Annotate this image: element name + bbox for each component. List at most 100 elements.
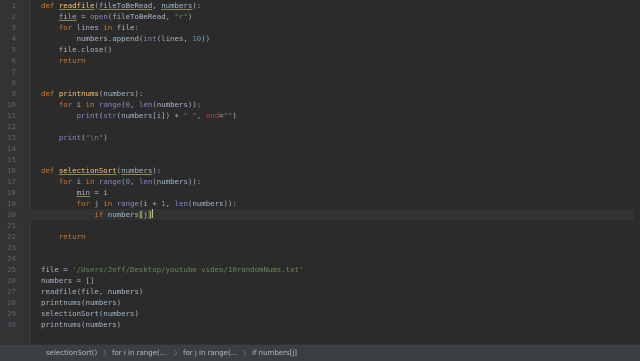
code-line[interactable]: 25 file = '/Users/Jeff/Desktop/youtube vi… (0, 264, 640, 275)
code-token: , (130, 100, 139, 109)
code-line[interactable]: 26 numbers = [] (0, 275, 640, 286)
code-text[interactable]: def readfile(fileToBeRead, numbers): (41, 0, 201, 11)
line-number: 2 (11, 12, 16, 21)
code-line[interactable]: 19 for j in range(i + 1, len(numbers)): (0, 198, 640, 209)
code-text[interactable]: def selectionSort(numbers): (41, 165, 161, 176)
code-line[interactable]: 10 for i in range(0, len(numbers)): (0, 99, 640, 110)
code-token: if (94, 210, 108, 219)
code-token: = i (89, 188, 108, 197)
code-text[interactable]: print("\n") (41, 132, 108, 143)
code-line[interactable]: 23 (0, 242, 640, 253)
code-line[interactable]: 4 numbers.append(int(lines, 10)) (0, 33, 640, 44)
line-number: 24 (7, 254, 16, 263)
code-token: (i + (138, 199, 162, 208)
code-text[interactable]: return (41, 55, 86, 66)
code-token: numbers = [] (41, 276, 95, 285)
code-token: file = (41, 265, 73, 274)
code-line[interactable]: 12 (0, 121, 640, 132)
code-token: print (76, 111, 99, 120)
code-text[interactable]: printnums(numbers) (41, 297, 121, 308)
code-token: , (130, 177, 139, 186)
code-line[interactable]: 11 print(str(numbers[i]) + " ", end="") (0, 110, 640, 121)
text-cursor (152, 209, 154, 218)
line-number: 15 (7, 155, 16, 164)
code-token: range (116, 199, 139, 208)
code-line[interactable]: 16 def selectionSort(numbers): (0, 165, 640, 176)
code-line[interactable]: 20 if numbers[j] (0, 209, 640, 220)
code-token: (lines, (156, 34, 193, 43)
code-token: printnums(numbers) (41, 298, 122, 307)
code-token: in (85, 100, 99, 109)
code-line[interactable]: 18 min = i (0, 187, 640, 198)
breadcrumb-item[interactable]: selectionSort() (46, 345, 97, 361)
code-text[interactable]: print(str(numbers[i]) + " ", end="") (41, 110, 237, 121)
code-token: return (58, 232, 86, 241)
code-line[interactable]: 1 def readfile(fileToBeRead, numbers): (0, 0, 640, 11)
code-token: range (98, 100, 122, 109)
code-text[interactable]: def printnums(numbers): (41, 88, 143, 99)
code-line[interactable]: 24 (0, 253, 640, 264)
breadcrumb-item[interactable]: for j in range(... (183, 345, 237, 361)
code-token: min (76, 188, 90, 197)
code-token: , (152, 1, 162, 10)
code-token: file (58, 12, 77, 21)
code-text[interactable]: for lines in file: (41, 22, 139, 33)
code-token: ) (232, 111, 237, 120)
code-token: return (58, 56, 86, 65)
code-editor[interactable]: 1 def readfile(fileToBeRead, numbers): 2 f… (0, 0, 640, 344)
code-text[interactable]: selectionSort(numbers) (41, 308, 139, 319)
code-line[interactable]: 13 print("\n") (0, 132, 640, 143)
code-line[interactable]: 30 printnums(numbers) (0, 319, 640, 330)
breadcrumb-separator-icon: 〉 (174, 349, 181, 357)
code-text[interactable]: readfile(file, numbers) (41, 286, 143, 297)
code-line[interactable]: 21 (0, 220, 640, 231)
code-token: 10 (192, 34, 202, 43)
code-text[interactable]: min = i (41, 187, 108, 198)
code-text[interactable]: printnums(numbers) (41, 319, 121, 330)
code-token: ): (192, 1, 202, 10)
code-text[interactable]: numbers = [] (41, 275, 94, 286)
code-line[interactable]: 5 file.close() (0, 44, 640, 55)
code-line[interactable]: 27 readfile(file, numbers) (0, 286, 640, 297)
code-text[interactable]: for i in range(0, len(numbers)): (41, 176, 201, 187)
line-number: 28 (7, 298, 16, 307)
code-text[interactable]: for j in range(i + 1, len(numbers)): (41, 198, 237, 209)
code-text[interactable]: if numbers[j] (41, 209, 154, 220)
code-line[interactable]: 2 file = open(fileToBeRead, "r") (0, 11, 640, 22)
code-token: for (58, 23, 77, 32)
code-text[interactable]: file.close() (41, 44, 112, 55)
code-text[interactable]: file = '/Users/Jeff/Desktop/youtube vide… (41, 264, 304, 275)
code-line[interactable]: 8 (0, 77, 640, 88)
code-token: in (103, 199, 117, 208)
breadcrumb-item[interactable]: for i in range(... (112, 345, 166, 361)
code-token: numbers (161, 1, 193, 10)
code-text[interactable]: numbers.append(int(lines, 10)) (41, 33, 211, 44)
breadcrumb-item[interactable]: if numbers[j] (252, 345, 297, 361)
code-line[interactable]: 28 printnums(numbers) (0, 297, 640, 308)
line-number: 27 (7, 287, 16, 296)
code-line[interactable]: 7 (0, 66, 640, 77)
code-text[interactable]: return (41, 231, 86, 242)
code-line[interactable]: 17 for i in range(0, len(numbers)): (0, 176, 640, 187)
code-line[interactable]: 6 return (0, 55, 640, 66)
line-number: 5 (11, 45, 16, 54)
code-line[interactable]: 9 def printnums(numbers): (0, 88, 640, 99)
line-number: 16 (7, 166, 16, 175)
line-number: 14 (7, 144, 16, 153)
code-text[interactable]: file = open(fileToBeRead, "r") (41, 11, 193, 22)
code-token: selectionSort (58, 166, 117, 175)
code-token: in (85, 177, 99, 186)
code-token: lines (76, 23, 104, 32)
code-line[interactable]: 3 for lines in file: (0, 22, 640, 33)
code-token: open (89, 12, 108, 21)
code-line[interactable]: 15 (0, 154, 640, 165)
code-line[interactable]: 14 (0, 143, 640, 154)
code-line[interactable]: 29 selectionSort(numbers) (0, 308, 640, 319)
code-line[interactable]: 22 return (0, 231, 640, 242)
line-number: 22 (7, 232, 16, 241)
line-number: 9 (11, 89, 16, 98)
code-text[interactable]: for i in range(0, len(numbers)): (41, 99, 201, 110)
